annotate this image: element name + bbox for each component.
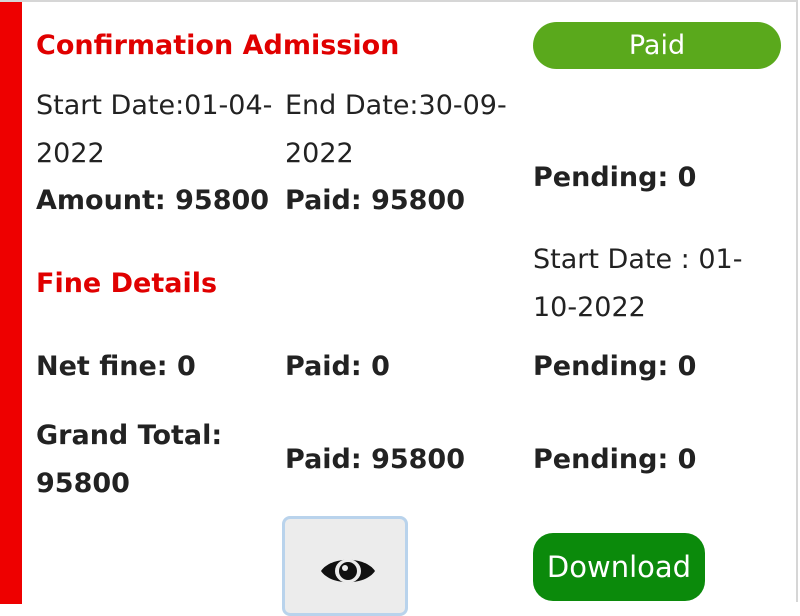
view-button[interactable] xyxy=(282,516,408,616)
fine-paid: Paid: 0 xyxy=(285,351,390,382)
admission-amount: Amount: 95800 xyxy=(36,185,270,216)
grand-total: Grand Total: 95800 xyxy=(36,420,223,499)
admission-card: Confirmation Admission Paid Start Date:0… xyxy=(0,0,798,616)
download-button[interactable]: Download xyxy=(533,533,705,601)
admission-end-date: End Date:30-09-2022 xyxy=(285,90,507,169)
status-badge: Paid xyxy=(533,22,781,69)
total-paid: Paid: 95800 xyxy=(285,444,465,475)
net-fine: Net fine: 0 xyxy=(36,351,196,382)
admission-paid: Paid: 95800 xyxy=(285,185,465,216)
fine-start-date: Start Date : 01-10-2022 xyxy=(533,244,743,323)
fine-details-title: Fine Details xyxy=(36,268,218,299)
total-pending: Pending: 0 xyxy=(533,444,697,475)
card-accent-bar xyxy=(0,2,22,604)
fine-pending: Pending: 0 xyxy=(533,351,697,382)
section-title: Confirmation Admission xyxy=(36,30,400,61)
admission-start-date: Start Date:01-04-2022 xyxy=(36,90,273,169)
admission-pending: Pending: 0 xyxy=(533,162,697,193)
eye-icon xyxy=(321,559,375,583)
